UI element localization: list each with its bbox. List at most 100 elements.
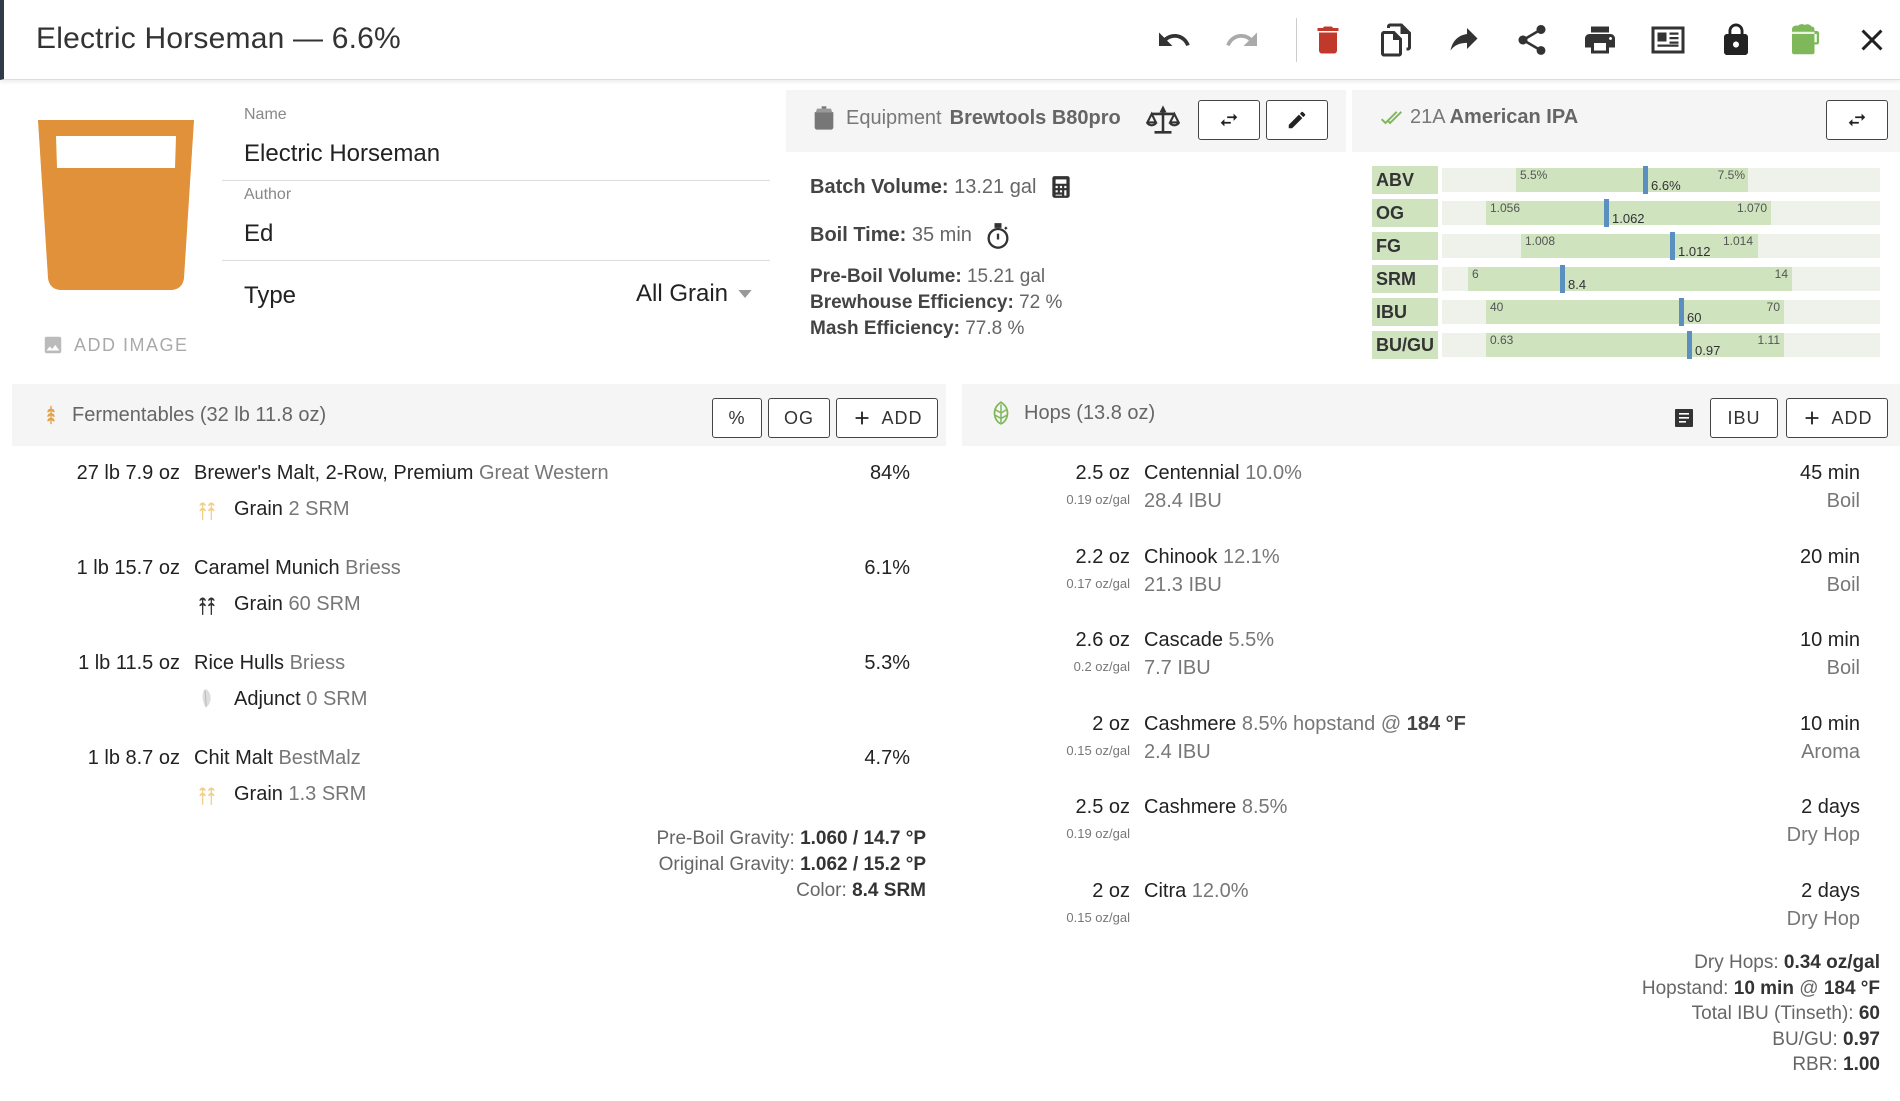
hop-ibu: 2.4 IBU (1144, 740, 1211, 763)
style-range-label: ABV (1372, 166, 1438, 194)
style-range-label: IBU (1372, 298, 1438, 326)
hop-rate: 0.15 oz/gal (1066, 909, 1130, 925)
hop-ibu: 28.4 IBU (1144, 490, 1222, 512)
hop-ibu: 21.3 IBU (1144, 573, 1222, 596)
style-range-band (1486, 333, 1784, 357)
add-fermentable-label: ADD (881, 407, 923, 428)
fermentable-kind: Grain (234, 498, 283, 520)
og-toggle-button[interactable]: OG (768, 398, 830, 438)
delete-button[interactable] (1308, 20, 1348, 60)
hop-item[interactable]: Centennial 10.0% (1144, 462, 1302, 485)
fermentable-name: Chit Malt (194, 747, 273, 769)
swap-style-button[interactable] (1826, 100, 1888, 140)
hop-notes-button[interactable] (1672, 406, 1696, 435)
bugu-value: 0.97 (1843, 1028, 1880, 1050)
style-range-marker (1560, 265, 1565, 293)
author-label: Author (244, 186, 292, 203)
add-hop-button[interactable]: ADD (1786, 398, 1888, 438)
fermentable-item[interactable]: Caramel Munich Briess (194, 557, 401, 580)
fermentable-supplier: BestMalz (278, 747, 361, 769)
print-button[interactable] (1580, 20, 1620, 60)
author-field[interactable]: Ed (244, 220, 273, 248)
percent-toggle-button[interactable]: % (712, 398, 762, 438)
hop-alpha: 5.5% (1228, 629, 1275, 651)
plus-icon (1806, 411, 1819, 425)
fermentable-item[interactable]: Brewer's Malt, 2-Row, Premium Great West… (194, 462, 609, 485)
style-range-max: 1.070 (1736, 201, 1767, 215)
forward-button[interactable] (1444, 20, 1484, 60)
share-button[interactable] (1512, 20, 1552, 60)
hop-extra: hopstand @ (1292, 712, 1402, 735)
calculator-button[interactable] (1048, 174, 1074, 205)
bugu-label: BU/GU: (1772, 1028, 1838, 1050)
hop-amount: 2 oz (1092, 712, 1130, 735)
style-range-min: 6 (1472, 267, 1479, 281)
hop-amount: 2.5 oz (1075, 462, 1130, 484)
add-hop-label: ADD (1831, 407, 1873, 428)
fermentable-item[interactable]: Chit Malt BestMalz (194, 747, 361, 770)
style-range-band (1486, 300, 1784, 324)
edit-equipment-button[interactable] (1266, 100, 1328, 140)
trash-icon (1317, 26, 1339, 54)
style-range-track: 0.63 1.11 0.97 (1442, 331, 1880, 359)
add-fermentable-button[interactable]: ADD (836, 398, 938, 438)
hop-item[interactable]: Cascade 5.5% (1144, 629, 1274, 652)
hop-rate: 0.2 oz/gal (1073, 659, 1130, 674)
hop-time: 10 min (1799, 712, 1860, 735)
beer-glass-icon (36, 118, 196, 290)
style-range-row: BU/GU 0.63 1.11 0.97 (1372, 331, 1880, 359)
rbr-label: RBR: (1792, 1054, 1838, 1075)
chevron-down-icon (738, 290, 752, 298)
stopwatch-icon (987, 223, 1009, 249)
double-check-icon (1380, 110, 1402, 124)
hop-item[interactable]: Cashmere 8.5% hopstand @ 184 °F (1144, 713, 1466, 736)
redo-icon (1226, 32, 1257, 46)
brew-button[interactable] (1784, 20, 1824, 60)
fermentable-name: Rice Hulls (194, 652, 285, 674)
notes-icon (1675, 409, 1693, 427)
grain-dark-icon (199, 597, 215, 615)
swap-icon (1220, 113, 1238, 127)
swap-icon (1848, 113, 1866, 127)
style-code: 21A (1410, 106, 1446, 128)
hop-item[interactable]: Chinook 12.1% (1144, 546, 1280, 569)
boil-time-value: 35 min (911, 224, 972, 246)
add-image-button[interactable]: ADD IMAGE (42, 330, 189, 360)
hop-item[interactable]: Citra 12.0% (1144, 880, 1249, 903)
lock-button[interactable] (1716, 20, 1756, 60)
type-select[interactable]: All Grain (636, 280, 752, 308)
name-field[interactable]: Electric Horseman (244, 140, 440, 168)
hop-name: Cashmere (1144, 712, 1237, 735)
style-range-track: 1.008 1.014 1.012 (1442, 232, 1880, 260)
scale-button[interactable] (1145, 104, 1181, 138)
bugu-summary: BU/GU: 0.97 (1500, 1027, 1880, 1053)
style-range-max: 14 (1774, 267, 1788, 281)
undo-button[interactable] (1154, 20, 1194, 60)
fermentable-detail: Grain 1.3 SRM (234, 783, 366, 806)
style-range-row: IBU 40 70 60 (1372, 298, 1880, 326)
copy-button[interactable] (1376, 20, 1416, 60)
preboil-gravity-label: Pre-Boil Gravity: (656, 828, 795, 849)
mash-efficiency: Mash Efficiency: 77.8 % (810, 316, 1062, 342)
style-range-current: 6.6% (1651, 178, 1681, 193)
hop-time: 10 min (1799, 629, 1860, 651)
swap-equipment-button[interactable] (1198, 100, 1260, 140)
style-range-row: OG 1.056 1.070 1.062 (1372, 199, 1880, 227)
redo-button[interactable] (1222, 20, 1262, 60)
style-range-marker (1687, 331, 1692, 359)
fermentables-title: Fermentables (32 lb 11.8 oz) (40, 400, 326, 430)
timer-button[interactable] (984, 222, 1012, 255)
style-range-band (1468, 267, 1792, 291)
grain-light-icon (199, 502, 215, 520)
preboil-volume-label: Pre-Boil Volume: (810, 266, 962, 287)
ibu-toggle-button[interactable]: IBU (1710, 398, 1778, 438)
fermentable-item[interactable]: Rice Hulls Briess (194, 652, 345, 675)
style-range-current: 8.4 (1568, 277, 1587, 292)
style-range-current: 0.97 (1695, 343, 1721, 358)
brew-sheet-button[interactable] (1648, 20, 1688, 60)
close-button[interactable] (1852, 20, 1892, 60)
rbr-value: 1.00 (1843, 1054, 1880, 1075)
hop-item[interactable]: Cashmere 8.5% (1144, 796, 1287, 819)
fermentables-summary: Pre-Boil Gravity: 1.060 / 14.7 °P Origin… (560, 826, 926, 904)
balance-scale-icon (1145, 105, 1181, 134)
